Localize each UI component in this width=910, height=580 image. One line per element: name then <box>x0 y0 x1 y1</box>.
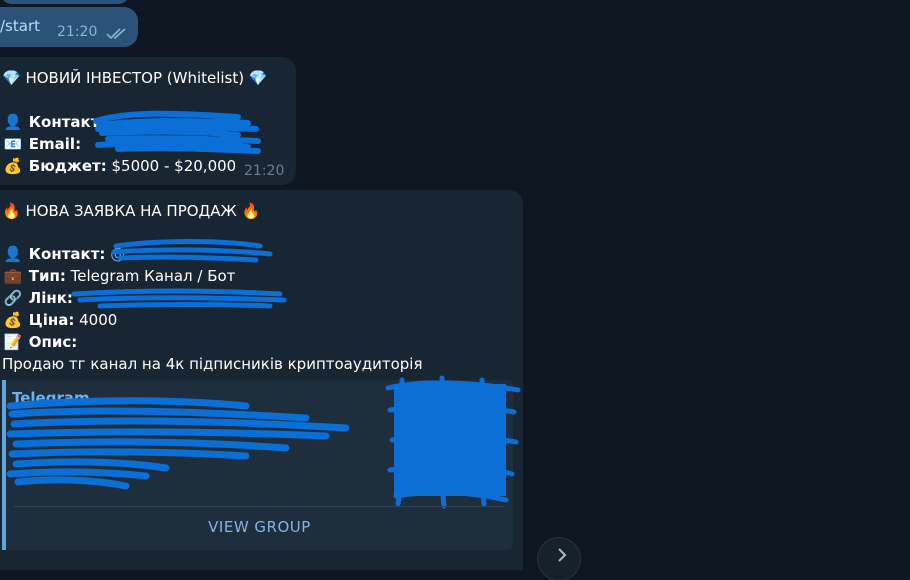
start-text: /start <box>0 17 40 35</box>
link-icon: 🔗 <box>3 289 23 307</box>
description-row: 📝 Опис: <box>2 332 78 352</box>
contact-label: Контакт: <box>28 245 106 263</box>
redaction-scribble <box>71 288 287 309</box>
contact-row: 👤 Контакт: @ <box>2 244 126 264</box>
previous-message-stub <box>0 0 130 4</box>
investor-message[interactable]: 💎 НОВИЙ ІНВЕСТОР (Whitelist) 💎 👤 Контакт… <box>0 57 296 185</box>
type-label: Тип: <box>28 267 66 285</box>
type-value: Telegram Канал / Бот <box>70 267 236 285</box>
briefcase-icon: 💼 <box>3 267 23 285</box>
price-value: 4000 <box>79 311 118 329</box>
start-message[interactable]: /start 21:20 <box>0 7 138 47</box>
view-group-button[interactable]: VIEW GROUP <box>14 506 505 547</box>
email-label: Email: <box>28 135 82 153</box>
money-bag-icon: 💰 <box>3 157 23 175</box>
link-preview-card[interactable]: Telegram VIEW GROUP <box>2 375 521 550</box>
link-label: Лінк: <box>28 289 73 307</box>
link-row: 🔗 Лінк: <box>2 288 73 308</box>
person-icon: 👤 <box>3 113 23 131</box>
description-label: Опис: <box>28 333 78 351</box>
message-time: 21:20 <box>57 24 98 40</box>
memo-icon: 📝 <box>3 333 23 351</box>
person-icon: 👤 <box>3 245 23 263</box>
redaction-scribble <box>93 110 261 154</box>
double-check-icon <box>106 28 126 40</box>
preview-thumbnail-redacted <box>385 375 521 509</box>
money-bag-icon: 💰 <box>3 311 23 329</box>
budget-value: $5000 - $20,000 <box>111 157 237 175</box>
price-row: 💰 Ціна: 4000 <box>2 310 118 330</box>
investor-title: 💎 НОВИЙ ІНВЕСТОР (Whitelist) 💎 <box>2 69 268 87</box>
price-label: Ціна: <box>28 311 75 329</box>
arrow-icon <box>558 548 567 562</box>
type-row: 💼 Тип: Telegram Канал / Бот <box>2 266 236 286</box>
redaction-scribble <box>6 397 350 490</box>
email-row: 📧 Email: <box>2 134 81 154</box>
description-text: Продаю тг канал на 4к підписників крипто… <box>2 355 423 373</box>
budget-label: Бюджет: <box>28 157 107 175</box>
redaction-scribble <box>111 239 273 263</box>
email-icon: 📧 <box>3 135 23 153</box>
budget-row: 💰 Бюджет: $5000 - $20,000 <box>2 156 237 176</box>
message-time: 21:20 <box>244 163 285 179</box>
scroll-down-button[interactable] <box>538 538 580 580</box>
sale-title: 🔥 НОВА ЗАЯВКА НА ПРОДАЖ 🔥 <box>2 202 261 220</box>
